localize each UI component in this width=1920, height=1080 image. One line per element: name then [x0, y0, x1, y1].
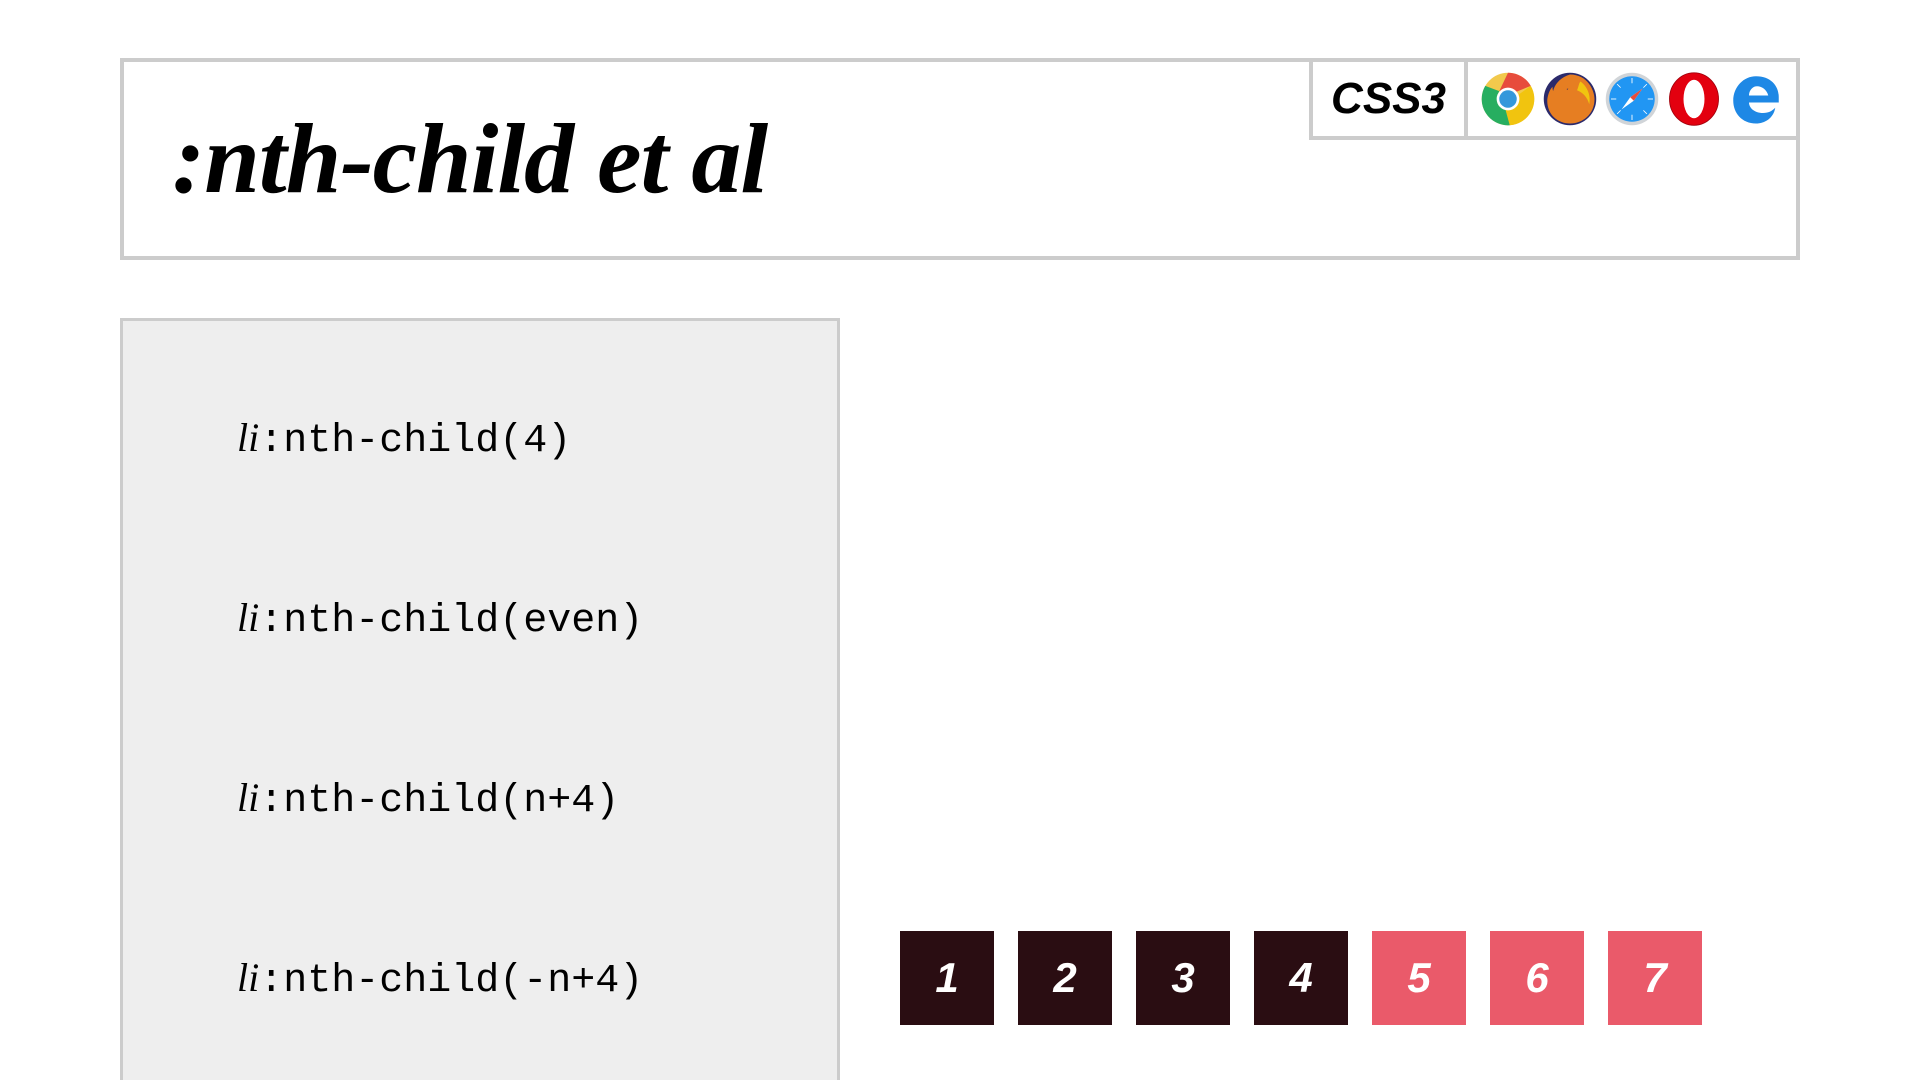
slide-title: :nth-child et al	[124, 62, 1309, 256]
spec-label: CSS3	[1331, 74, 1446, 124]
chrome-icon	[1480, 71, 1536, 127]
firefox-icon	[1542, 71, 1598, 127]
demo-box-selected: 5	[1372, 931, 1466, 1025]
edge-icon	[1728, 71, 1784, 127]
spec-badge: CSS3	[1309, 62, 1464, 140]
demo-box-label: 1	[935, 954, 958, 1002]
slide: :nth-child et al CSS3	[0, 0, 1920, 1080]
demo-box-label: 2	[1053, 954, 1076, 1002]
demo-box-label: 6	[1525, 954, 1548, 1002]
code-panel: li:nth-child(4) li:nth-child(even) li:nt…	[120, 318, 840, 1080]
selector-pseudo: :nth-child(n+4)	[259, 779, 619, 824]
selector-element: li	[237, 595, 259, 640]
code-line: li:nth-child(-n+4)	[157, 909, 803, 1051]
safari-icon	[1604, 71, 1660, 127]
selector-pseudo: :nth-child(-n+4)	[259, 959, 643, 1004]
demo-box-selected: 7	[1608, 931, 1702, 1025]
demo-box-label: 4	[1289, 954, 1312, 1002]
slide-content: li:nth-child(4) li:nth-child(even) li:nt…	[120, 318, 1800, 1080]
code-line: li:nth-child(4)	[157, 369, 803, 511]
demo-box: 4	[1254, 931, 1348, 1025]
selector-pseudo: :nth-child(even)	[259, 599, 643, 644]
demo-box-label: 5	[1407, 954, 1430, 1002]
browser-support-badge	[1464, 62, 1796, 140]
selector-element: li	[237, 775, 259, 820]
header-badges: CSS3	[1309, 62, 1796, 256]
demo-box: 2	[1018, 931, 1112, 1025]
slide-header: :nth-child et al CSS3	[120, 58, 1800, 260]
selector-element: li	[237, 415, 259, 460]
code-line: li:nth-child(n+4)	[157, 729, 803, 871]
demo-panel: 1 2 3 4 5 6 7	[900, 318, 1800, 1080]
demo-box: 1	[900, 931, 994, 1025]
selector-pseudo: :nth-child(4)	[259, 419, 571, 464]
code-line: li:nth-child(even)	[157, 549, 803, 691]
demo-box-label: 3	[1171, 954, 1194, 1002]
demo-box-label: 7	[1643, 954, 1666, 1002]
opera-icon	[1666, 71, 1722, 127]
demo-box: 3	[1136, 931, 1230, 1025]
demo-box-selected: 6	[1490, 931, 1584, 1025]
demo-box-row: 1 2 3 4 5 6 7	[900, 931, 1702, 1025]
selector-element: li	[237, 955, 259, 1000]
